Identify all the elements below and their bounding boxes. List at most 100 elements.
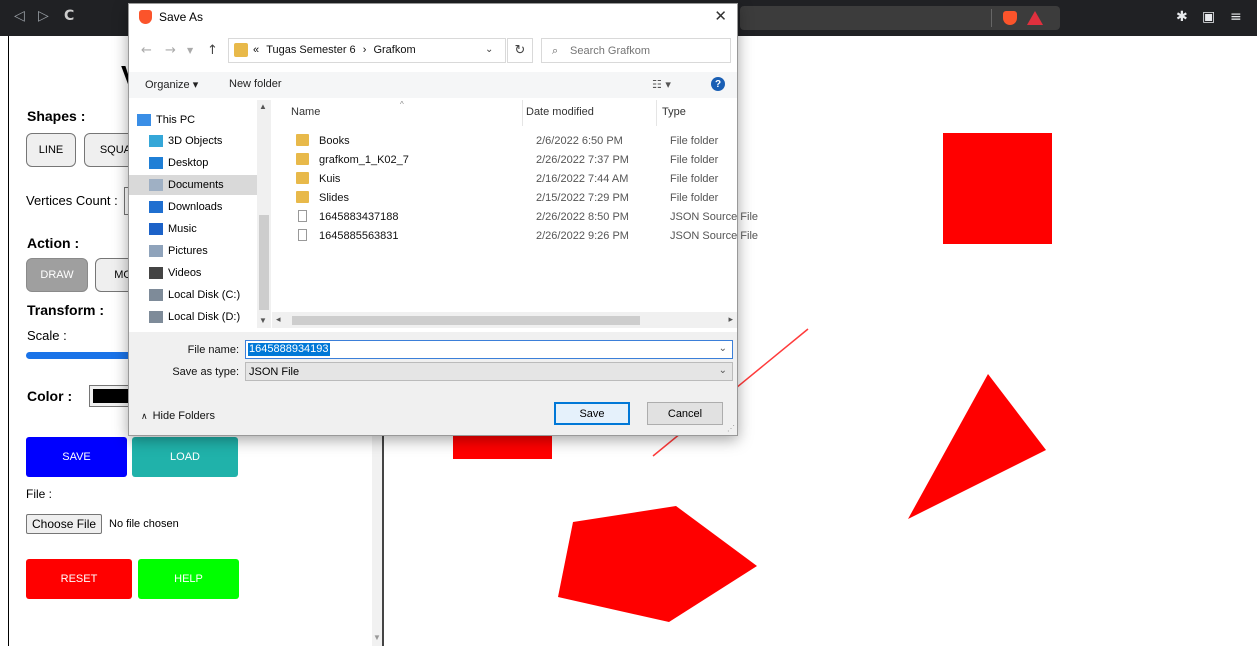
resize-grip-icon[interactable]: ⋰ — [727, 424, 735, 433]
location-bar[interactable]: « Tugas Semester 6 › Grafkom ⌄ — [228, 38, 506, 63]
dialog-cancel-button[interactable]: Cancel — [647, 402, 723, 425]
view-options-icon[interactable]: ☷ ▾ — [652, 78, 671, 91]
save-button[interactable]: SAVE — [26, 437, 127, 477]
navigation-pane: This PC 3D Objects Desktop Documents Dow… — [129, 100, 271, 328]
load-button[interactable]: LOAD — [132, 437, 238, 477]
nav-item-downloads[interactable]: Downloads — [149, 197, 267, 217]
breadcrumb: « Tugas Semester 6 › Grafkom — [253, 44, 416, 56]
wallet-icon[interactable]: ▣ — [1202, 9, 1215, 25]
file-row[interactable]: 1645883437188 2/26/2022 8:50 PM JSON Sou… — [292, 208, 758, 227]
scroll-thumb[interactable] — [259, 215, 269, 310]
recent-locations-icon[interactable]: ▼ — [187, 46, 193, 55]
help-icon[interactable]: ? — [711, 77, 725, 91]
file-row[interactable]: Books 2/6/2022 6:50 PM File folder — [292, 132, 737, 151]
file-label: File : — [26, 487, 53, 501]
new-folder-button[interactable]: New folder — [229, 78, 282, 90]
column-divider[interactable] — [522, 100, 523, 126]
file-row[interactable]: Slides 2/15/2022 7:29 PM File folder — [292, 189, 737, 208]
forward-icon[interactable]: ▷ — [38, 8, 49, 24]
file-name: Slides — [319, 192, 349, 204]
nav-item-documents[interactable]: Documents — [129, 175, 257, 195]
scroll-down-icon[interactable]: ▼ — [372, 633, 382, 642]
nav-item-label: Downloads — [168, 201, 223, 213]
disk-d-icon — [149, 311, 163, 323]
json-file-icon — [298, 229, 307, 241]
up-arrow-icon[interactable]: ↑ — [207, 43, 218, 58]
scroll-down-icon[interactable]: ▼ — [259, 316, 267, 325]
close-icon[interactable]: ✕ — [714, 7, 727, 25]
scroll-right-icon[interactable]: ▸ — [728, 314, 733, 325]
nav-item-videos[interactable]: Videos — [149, 263, 267, 283]
breadcrumb-item[interactable]: Grafkom — [373, 44, 415, 56]
hide-folders-label: Hide Folders — [152, 410, 215, 422]
savetype-select[interactable]: JSON File ⌄ — [245, 362, 733, 381]
chevron-down-icon[interactable]: ⌄ — [719, 365, 727, 376]
file-row[interactable]: Kuis 2/16/2022 7:44 AM File folder — [292, 170, 737, 189]
menu-icon[interactable]: ≡ — [1230, 9, 1242, 25]
savetype-value: JSON File — [249, 366, 300, 378]
file-name: 1645885563831 — [319, 230, 399, 242]
disk-c-icon — [149, 289, 163, 301]
hide-folders-toggle[interactable]: ∧ Hide Folders — [141, 410, 215, 422]
reload-icon[interactable]: C — [64, 8, 74, 24]
save-form: File name: 1645888934193 ⌄ Save as type:… — [129, 332, 737, 435]
chevron-down-icon[interactable]: ⌄ — [485, 44, 493, 55]
search-input[interactable] — [570, 42, 725, 60]
line-button[interactable]: LINE — [26, 133, 76, 167]
dialog-save-button[interactable]: Save — [554, 402, 630, 425]
file-type: File folder — [670, 154, 719, 166]
file-date: 2/26/2022 7:37 PM — [536, 154, 629, 166]
column-divider[interactable] — [656, 100, 657, 126]
back-arrow-icon[interactable]: ← — [141, 43, 152, 58]
file-list-scrollbar[interactable]: ◂ ▸ — [272, 312, 737, 328]
reset-button[interactable]: RESET — [26, 559, 132, 599]
nav-item-label: Local Disk (C:) — [168, 289, 241, 301]
file-date: 2/26/2022 9:26 PM — [536, 230, 629, 242]
extensions-icon[interactable]: ✱ — [1176, 9, 1188, 25]
refresh-icon[interactable]: ↻ — [507, 38, 533, 63]
nav-item-this-pc[interactable]: This PC — [137, 110, 255, 130]
brave-shields-icon[interactable] — [1003, 11, 1017, 25]
back-icon[interactable]: ◁ — [14, 8, 25, 24]
breadcrumb-overflow[interactable]: « — [253, 44, 259, 56]
canvas-square-shape — [943, 133, 1052, 244]
search-box[interactable]: ⌕ — [541, 38, 731, 63]
nav-item-label: 3D Objects — [168, 135, 223, 147]
nav-item-pictures[interactable]: Pictures — [149, 241, 267, 261]
scale-slider[interactable] — [26, 352, 136, 359]
color-label: Color : — [27, 388, 73, 404]
folder-icon — [296, 172, 309, 184]
help-button[interactable]: HELP — [138, 559, 239, 599]
organize-menu[interactable]: Organize ▾ — [145, 78, 198, 91]
draw-button[interactable]: DRAW — [26, 258, 88, 292]
nav-item-music[interactable]: Music — [149, 219, 267, 239]
nav-item-label: Videos — [168, 267, 202, 279]
nav-pane-scrollbar[interactable]: ▲ ▼ — [257, 100, 271, 328]
column-header-name[interactable]: Name — [291, 106, 320, 118]
dialog-titlebar[interactable]: Save As ✕ — [129, 4, 737, 32]
brave-rewards-icon[interactable] — [1027, 11, 1043, 25]
nav-item-desktop[interactable]: Desktop — [149, 153, 267, 173]
scroll-thumb[interactable] — [292, 316, 640, 325]
nav-item-3d-objects[interactable]: 3D Objects — [149, 131, 267, 151]
scroll-up-icon[interactable]: ▲ — [259, 102, 267, 111]
chevron-down-icon[interactable]: ⌄ — [719, 343, 727, 354]
file-row[interactable]: 1645885563831 2/26/2022 9:26 PM JSON Sou… — [292, 227, 758, 246]
filename-input[interactable]: 1645888934193 ⌄ — [245, 340, 733, 359]
scroll-left-icon[interactable]: ◂ — [276, 314, 281, 325]
file-row[interactable]: grafkom_1_K02_7 2/26/2022 7:37 PM File f… — [292, 151, 737, 170]
column-header-type[interactable]: Type — [662, 106, 686, 118]
3d-objects-icon — [149, 135, 163, 147]
square-button[interactable]: SQUA — [84, 133, 134, 167]
choose-file-button[interactable]: Choose File — [26, 514, 103, 534]
column-header-date[interactable]: Date modified — [526, 106, 594, 118]
forward-arrow-icon[interactable]: → — [165, 43, 176, 58]
documents-icon — [149, 179, 163, 191]
file-type: JSON Source File — [670, 211, 759, 223]
file-date: 2/15/2022 7:29 PM — [536, 192, 629, 204]
breadcrumb-item[interactable]: Tugas Semester 6 — [266, 44, 355, 56]
filename-value: 1645888934193 — [248, 343, 330, 356]
nav-item-disk-c[interactable]: Local Disk (C:) — [149, 285, 267, 305]
nav-item-disk-d[interactable]: Local Disk (D:) — [149, 307, 267, 327]
transform-title: Transform : — [27, 302, 105, 318]
